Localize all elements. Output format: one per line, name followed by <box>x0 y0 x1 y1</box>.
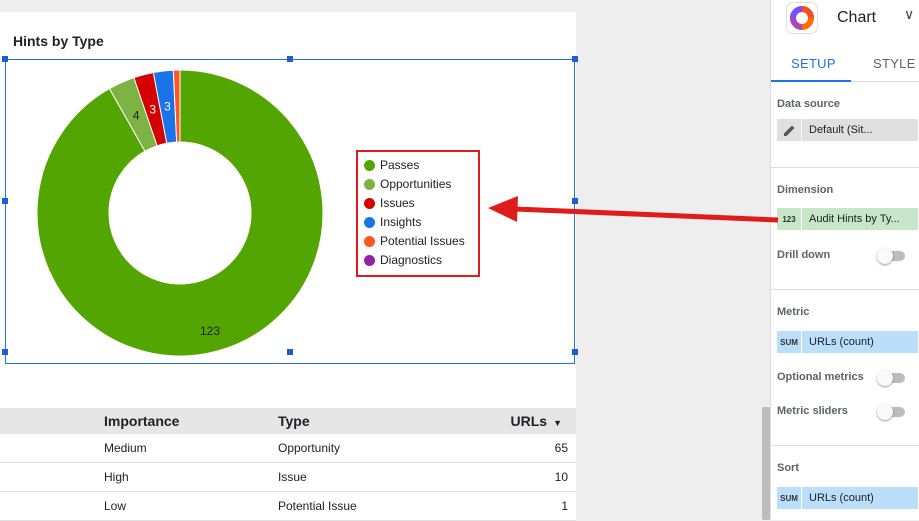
legend-label: Insights <box>380 215 422 229</box>
chart-card[interactable]: Hints by Type 123 4 3 3 Passes Opportunitie… <box>0 12 578 372</box>
table-row[interactable]: Low Potential Issue 1 <box>0 492 576 521</box>
table-card-header <box>0 372 576 392</box>
panel-tabs: SETUP STYLE <box>771 46 919 82</box>
dimension-value: Audit Hints by Ty... <box>809 213 900 225</box>
legend-item-insights[interactable]: Insights <box>364 214 421 230</box>
chart-type-selector[interactable]: Chart ∨ <box>771 0 919 38</box>
legend-label: Passes <box>380 158 420 172</box>
table-row[interactable]: High Issue 10 <box>0 463 576 492</box>
optional-metrics-label: Optional metrics <box>777 371 864 383</box>
cell-urls: 65 <box>554 441 568 455</box>
resize-handle-bottom-left[interactable] <box>2 349 8 355</box>
tab-setup[interactable]: SETUP <box>791 56 836 71</box>
slice-value-label: 4 <box>133 108 140 122</box>
legend-dot-icon <box>364 216 375 228</box>
resize-handle-top-center[interactable] <box>287 56 293 62</box>
drill-down-label: Drill down <box>777 249 831 261</box>
cell-urls: 1 <box>561 499 568 513</box>
legend-item-potential-issues[interactable]: Potential Issues <box>364 233 465 249</box>
legend-dot-icon <box>364 197 375 209</box>
legend-item-issues[interactable]: Issues <box>364 195 415 211</box>
chart-type-name: Chart <box>837 9 877 26</box>
resize-handle-middle-right[interactable] <box>572 198 578 204</box>
pencil-icon[interactable] <box>777 119 802 141</box>
resize-handle-top-right[interactable] <box>572 56 578 62</box>
legend-item-diagnostics[interactable]: Diagnostics <box>364 252 442 268</box>
optional-metrics-toggle[interactable] <box>877 370 905 386</box>
properties-panel: Chart ∨ SETUP STYLE Data source Default … <box>770 0 919 520</box>
dimension-chip[interactable]: 123 Audit Hints by Ty... <box>777 208 918 230</box>
toggle-knob <box>877 370 893 386</box>
sort-descending-icon: ▼ <box>553 418 562 428</box>
cell-type: Opportunity <box>278 441 341 455</box>
data-source-value: Default (Sit... <box>809 124 873 136</box>
cell-importance: Low <box>104 499 127 513</box>
chart-title: Hints by Type <box>13 33 104 49</box>
slice-value-label: 123 <box>200 324 220 338</box>
table-header-row: Importance Type URLs ▼ <box>0 408 576 434</box>
dimension-label: Dimension <box>777 184 834 196</box>
slice-value-label: 3 <box>149 103 156 117</box>
chart-legend: Passes Opportunities Issues Insights Pot… <box>356 150 480 277</box>
cell-type: Issue <box>278 470 307 484</box>
vertical-scrollbar[interactable] <box>762 407 770 520</box>
legend-dot-icon <box>364 159 375 171</box>
report-canvas: Hints by Type 123 4 3 3 Passes Opportunitie… <box>0 0 595 521</box>
section-divider <box>771 289 919 290</box>
sort-label: Sort <box>777 462 799 474</box>
active-tab-indicator <box>771 80 851 82</box>
legend-item-opportunities[interactable]: Opportunities <box>364 176 451 192</box>
data-source-label: Data source <box>777 98 840 110</box>
drill-down-toggle[interactable] <box>877 248 905 264</box>
legend-label: Opportunities <box>380 177 452 191</box>
legend-dot-icon <box>364 254 375 266</box>
column-header-type[interactable]: Type <box>278 413 310 429</box>
sort-chip[interactable]: SUM URLs (count) <box>777 487 918 509</box>
legend-label: Issues <box>380 196 415 210</box>
column-header-urls-label: URLs <box>510 413 548 429</box>
metric-sliders-toggle[interactable] <box>877 404 905 420</box>
resize-handle-bottom-right[interactable] <box>572 349 578 355</box>
resize-handle-top-left[interactable] <box>2 56 8 62</box>
metric-label: Metric <box>777 306 810 318</box>
donut-chart-icon[interactable] <box>787 3 817 33</box>
metric-sliders-label: Metric sliders <box>777 405 848 417</box>
data-table[interactable]: Importance Type URLs ▼ Medium Opportunity… <box>0 392 576 521</box>
resize-handle-middle-left[interactable] <box>2 198 8 204</box>
legend-dot-icon <box>364 235 375 247</box>
sum-aggregation-icon: SUM <box>777 331 802 353</box>
legend-item-passes[interactable]: Passes <box>364 157 419 173</box>
toggle-knob <box>877 404 893 420</box>
column-header-urls[interactable]: URLs ▼ <box>511 413 562 429</box>
cell-importance: Medium <box>104 441 147 455</box>
tab-style[interactable]: STYLE <box>873 56 916 71</box>
legend-label: Potential Issues <box>380 234 465 248</box>
chevron-down-icon[interactable]: ∨ <box>904 6 914 23</box>
donut-chart[interactable]: 1234 3 3 <box>35 68 325 358</box>
toggle-knob <box>877 248 893 264</box>
sort-value: URLs (count) <box>809 492 874 504</box>
table-row[interactable]: Medium Opportunity 65 <box>0 434 576 463</box>
sum-aggregation-icon: SUM <box>777 487 802 509</box>
number-type-icon: 123 <box>777 208 802 230</box>
slice-value-label: 3 <box>164 100 171 114</box>
data-source-chip[interactable]: Default (Sit... <box>777 119 918 141</box>
metric-value: URLs (count) <box>809 336 874 348</box>
section-divider <box>771 445 919 446</box>
column-header-importance[interactable]: Importance <box>104 413 179 429</box>
metric-chip[interactable]: SUM URLs (count) <box>777 331 918 353</box>
legend-dot-icon <box>364 178 375 190</box>
cell-importance: High <box>104 470 129 484</box>
section-divider <box>771 167 919 168</box>
legend-label: Diagnostics <box>380 253 443 267</box>
cell-urls: 10 <box>554 470 568 484</box>
cell-type: Potential Issue <box>278 499 357 513</box>
canvas-gutter <box>595 0 770 520</box>
